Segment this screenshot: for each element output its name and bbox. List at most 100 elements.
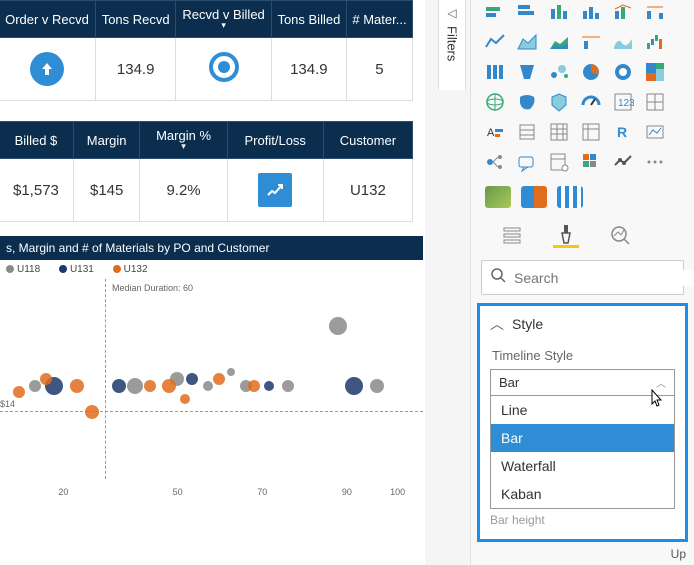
x-tick: 90 <box>342 487 352 497</box>
timeline-style-dropdown: LineBarWaterfallKaban <box>490 396 675 509</box>
scroll-up-link[interactable]: Up <box>671 547 686 561</box>
data-point[interactable] <box>162 379 176 393</box>
data-point[interactable] <box>13 386 25 398</box>
svg-text:R: R <box>617 124 627 140</box>
svg-text:A: A <box>487 127 495 139</box>
data-point[interactable] <box>345 377 363 395</box>
data-point[interactable] <box>144 380 156 392</box>
format-search[interactable] <box>481 260 684 295</box>
data-point[interactable] <box>264 381 274 391</box>
stacked-bar-icon[interactable] <box>483 0 507 24</box>
data-point[interactable] <box>127 378 143 394</box>
table-icon[interactable] <box>547 120 571 144</box>
custom-viz-1[interactable] <box>485 186 511 208</box>
ribbon-icon[interactable] <box>611 30 635 54</box>
matrix-icon[interactable] <box>579 120 603 144</box>
data-point[interactable] <box>370 379 384 393</box>
clustered-bar-icon[interactable] <box>515 0 539 24</box>
dropdown-option-line[interactable]: Line <box>491 396 674 424</box>
data-point[interactable] <box>248 380 260 392</box>
dropdown-option-bar[interactable]: Bar <box>491 424 674 452</box>
table-row: $1,573 $145 9.2% U132 <box>0 159 413 222</box>
filters-pane-collapsed[interactable]: ◁ Filters <box>438 0 466 90</box>
data-point[interactable] <box>213 373 225 385</box>
stacked-area-icon[interactable] <box>547 30 571 54</box>
clustered-col-icon[interactable] <box>579 0 603 24</box>
chart-legend: U118 U131 U132 <box>0 260 423 279</box>
custom-viz-2[interactable] <box>521 186 547 208</box>
slicer-icon[interactable] <box>515 120 539 144</box>
key-infl-icon[interactable] <box>483 150 507 174</box>
data-point[interactable] <box>329 317 347 335</box>
dropdown-option-waterfall[interactable]: Waterfall <box>491 452 674 480</box>
data-point[interactable] <box>186 373 198 385</box>
globe-icon[interactable] <box>483 90 507 114</box>
pyviz-icon[interactable] <box>643 120 667 144</box>
card-icon[interactable]: 123 <box>611 90 635 114</box>
qna-icon[interactable] <box>515 150 539 174</box>
kpi-table-1: Order v Recvd Tons Recvd Recvd v Billed▾… <box>0 0 413 101</box>
col-header[interactable]: Customer <box>323 122 412 159</box>
x-tick: 50 <box>173 487 183 497</box>
custom-viz-3[interactable] <box>557 186 583 208</box>
x-tick: 70 <box>257 487 267 497</box>
chevron-up-icon: ︿ <box>656 375 666 390</box>
line-col-icon[interactable] <box>579 30 603 54</box>
kpi-icon[interactable]: A <box>483 120 507 144</box>
col-header[interactable]: Margin %▾ <box>140 122 227 159</box>
shape-map-icon[interactable] <box>547 90 571 114</box>
col-header[interactable]: # Mater... <box>346 1 412 38</box>
x-tick: 20 <box>58 487 68 497</box>
col-header[interactable]: Billed $ <box>0 122 73 159</box>
r-icon[interactable]: R <box>611 120 635 144</box>
more-icon[interactable] <box>643 150 667 174</box>
style-section-header[interactable]: ︿ Style <box>490 314 675 344</box>
col-header[interactable]: Recvd v Billed▾ <box>176 1 271 38</box>
funnel-icon[interactable] <box>515 60 539 84</box>
line-icon[interactable] <box>483 30 507 54</box>
filled-map-icon[interactable] <box>515 90 539 114</box>
timeline-style-select[interactable]: Bar ︿ <box>490 369 675 396</box>
scatter-chart[interactable]: s, Margin and # of Materials by PO and C… <box>0 236 423 499</box>
data-point[interactable] <box>203 381 213 391</box>
gauge-icon[interactable] <box>579 90 603 114</box>
visualizations-pane: 123AR ︿ Style Timeline Style Bar <box>470 0 694 565</box>
area-icon[interactable] <box>515 30 539 54</box>
col-header[interactable]: Margin <box>73 122 140 159</box>
col-header[interactable]: Profit/Loss <box>227 122 323 159</box>
col-header[interactable]: Tons Billed <box>271 1 346 38</box>
pie-icon[interactable] <box>579 60 603 84</box>
multi-card-icon[interactable] <box>643 90 667 114</box>
tab-fields[interactable] <box>499 222 525 248</box>
data-point[interactable] <box>227 368 235 376</box>
expand-icon[interactable]: ◁ <box>439 0 465 20</box>
data-point[interactable] <box>282 380 294 392</box>
dropdown-option-kaban[interactable]: Kaban <box>491 480 674 508</box>
data-point[interactable] <box>112 379 126 393</box>
waterfall-icon[interactable] <box>643 30 667 54</box>
col-header[interactable]: Tons Recvd <box>95 1 175 38</box>
combo2-icon[interactable] <box>643 0 667 24</box>
combo1-icon[interactable] <box>611 0 635 24</box>
decomp-icon[interactable] <box>611 150 635 174</box>
report-canvas: Order v Recvd Tons Recvd Recvd v Billed▾… <box>0 0 425 565</box>
data-point[interactable] <box>70 379 84 393</box>
scatter-icon[interactable] <box>547 60 571 84</box>
data-point[interactable] <box>180 394 190 404</box>
search-input[interactable] <box>514 270 694 286</box>
cell-tons-recvd: 134.9 <box>95 38 175 101</box>
col-small-icon[interactable] <box>483 60 507 84</box>
data-point[interactable] <box>85 405 99 419</box>
arrow-up-icon <box>30 52 64 86</box>
data-point[interactable] <box>29 380 41 392</box>
cell-margin: $145 <box>73 159 140 222</box>
donut-icon[interactable] <box>611 60 635 84</box>
tab-format[interactable] <box>553 222 579 248</box>
paginated-icon[interactable] <box>547 150 571 174</box>
treemap-icon[interactable] <box>643 60 667 84</box>
stacked-col-icon[interactable] <box>547 0 571 24</box>
tab-analytics[interactable] <box>607 222 633 248</box>
custom-viz-row <box>471 180 694 214</box>
sparkline-icon[interactable] <box>579 150 603 174</box>
col-header[interactable]: Order v Recvd <box>0 1 95 38</box>
